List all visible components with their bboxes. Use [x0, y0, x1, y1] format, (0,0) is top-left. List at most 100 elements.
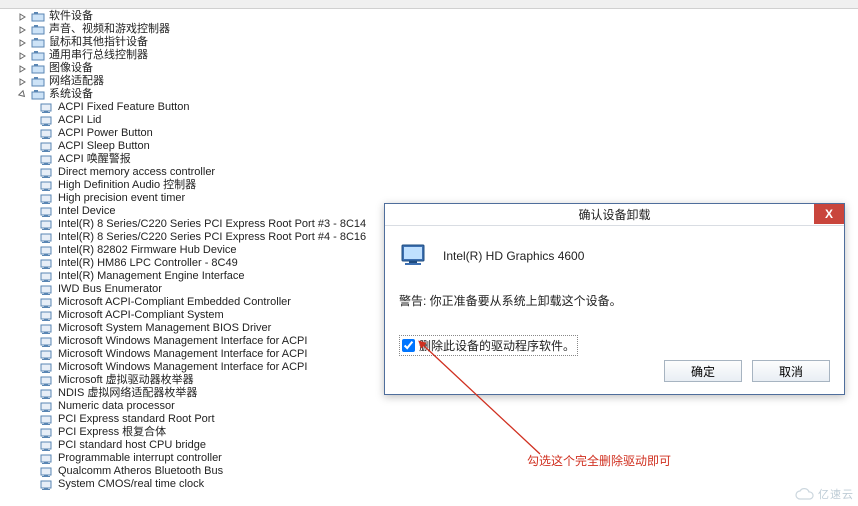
tree-category-label: 软件设备 [49, 10, 93, 23]
tree-device-item[interactable]: High precision event timer [4, 192, 444, 205]
tree-device-label: Intel(R) Management Engine Interface [58, 270, 245, 283]
expand-arrow-icon[interactable] [18, 90, 27, 99]
system-device-icon [40, 323, 54, 335]
tree-category-label: 图像设备 [49, 62, 93, 75]
system-device-icon [40, 414, 54, 426]
system-device-icon [40, 362, 54, 374]
tree-device-label: Intel Device [58, 205, 115, 218]
tree-device-item[interactable]: Direct memory access controller [4, 166, 444, 179]
tree-category[interactable]: 软件设备 [4, 10, 444, 23]
system-device-icon [40, 193, 54, 205]
display-adapter-icon [399, 240, 431, 272]
tree-device-item[interactable]: Microsoft System Management BIOS Driver [4, 322, 444, 335]
dialog-body: Intel(R) HD Graphics 4600 警告: 你正准备要从系统上卸… [385, 226, 844, 394]
system-device-icon [40, 115, 54, 127]
tree-device-item[interactable]: ACPI Power Button [4, 127, 444, 140]
system-device-icon [40, 271, 54, 283]
ok-button[interactable]: 确定 [664, 360, 742, 382]
tree-device-label: Intel(R) 8 Series/C220 Series PCI Expres… [58, 218, 366, 231]
system-device-icon [40, 128, 54, 140]
tree-category[interactable]: 图像设备 [4, 62, 444, 75]
tree-device-item[interactable]: Numeric data processor [4, 400, 444, 413]
expand-arrow-icon[interactable] [18, 77, 27, 86]
tree-category[interactable]: 系统设备 [4, 88, 444, 101]
category-icon [31, 89, 45, 101]
system-device-icon [40, 167, 54, 179]
category-icon [31, 37, 45, 49]
tree-device-item[interactable]: Microsoft 虚拟驱动器枚举器 [4, 374, 444, 387]
uninstall-dialog: 确认设备卸载 X Intel(R) HD Graphics 4600 警告: 你… [384, 203, 845, 395]
tree-category[interactable]: 声音、视频和游戏控制器 [4, 23, 444, 36]
expand-arrow-icon[interactable] [18, 64, 27, 73]
tree-category-label: 系统设备 [49, 88, 93, 101]
tree-device-item[interactable]: Intel(R) HM86 LPC Controller - 8C49 [4, 257, 444, 270]
tree-device-item[interactable]: ACPI Lid [4, 114, 444, 127]
expand-arrow-icon[interactable] [18, 25, 27, 34]
tree-device-item[interactable]: IWD Bus Enumerator [4, 283, 444, 296]
system-device-icon [40, 102, 54, 114]
dialog-title-bar[interactable]: 确认设备卸载 X [385, 204, 844, 226]
delete-driver-checkbox[interactable] [402, 339, 415, 352]
system-device-icon [40, 284, 54, 296]
tree-category-label: 通用串行总线控制器 [49, 49, 148, 62]
annotation-text: 勾选这个完全删除驱动即可 [527, 452, 671, 469]
tree-category[interactable]: 网络适配器 [4, 75, 444, 88]
tree-device-label: High precision event timer [58, 192, 185, 205]
tree-device-item[interactable]: PCI Express standard Root Port [4, 413, 444, 426]
tree-category-label: 鼠标和其他指针设备 [49, 36, 148, 49]
delete-driver-checkbox-row[interactable]: 删除此设备的驱动程序软件。 [399, 335, 578, 356]
tree-device-label: Intel(R) 8 Series/C220 Series PCI Expres… [58, 231, 366, 244]
tree-device-item[interactable]: Intel(R) 82802 Firmware Hub Device [4, 244, 444, 257]
warning-text: 警告: 你正准备要从系统上卸载这个设备。 [399, 292, 830, 309]
tree-device-label: PCI standard host CPU bridge [58, 439, 206, 452]
expand-arrow-icon[interactable] [18, 12, 27, 21]
category-icon [31, 24, 45, 36]
tree-device-item[interactable]: Microsoft ACPI-Compliant Embedded Contro… [4, 296, 444, 309]
system-device-icon [40, 297, 54, 309]
system-device-icon [40, 427, 54, 439]
system-device-icon [40, 141, 54, 153]
system-device-icon [40, 375, 54, 387]
tree-device-item[interactable]: Microsoft Windows Management Interface f… [4, 335, 444, 348]
tree-device-item[interactable]: Intel Device [4, 205, 444, 218]
tree-device-item[interactable]: Microsoft ACPI-Compliant System [4, 309, 444, 322]
close-button[interactable]: X [814, 204, 844, 224]
tree-device-item[interactable]: Programmable interrupt controller [4, 452, 444, 465]
tree-device-label: Microsoft ACPI-Compliant Embedded Contro… [58, 296, 291, 309]
tree-device-item[interactable]: ACPI 唤醒警报 [4, 153, 444, 166]
tree-category[interactable]: 鼠标和其他指针设备 [4, 36, 444, 49]
tree-device-item[interactable]: Intel(R) 8 Series/C220 Series PCI Expres… [4, 218, 444, 231]
tree-device-label: ACPI 唤醒警报 [58, 153, 131, 166]
tree-device-item[interactable]: ACPI Sleep Button [4, 140, 444, 153]
category-icon [31, 11, 45, 23]
tree-device-item[interactable]: ACPI Fixed Feature Button [4, 101, 444, 114]
watermark: 亿速云 [794, 486, 854, 502]
tree-device-label: High Definition Audio 控制器 [58, 179, 196, 192]
tree-device-item[interactable]: PCI standard host CPU bridge [4, 439, 444, 452]
tree-device-label: Microsoft System Management BIOS Driver [58, 322, 271, 335]
cloud-icon [794, 487, 816, 501]
expand-arrow-icon[interactable] [18, 51, 27, 60]
tree-category[interactable]: 通用串行总线控制器 [4, 49, 444, 62]
dialog-title-text: 确认设备卸载 [578, 206, 650, 223]
tree-device-label: Microsoft ACPI-Compliant System [58, 309, 224, 322]
system-device-icon [40, 336, 54, 348]
tree-device-item[interactable]: Intel(R) 8 Series/C220 Series PCI Expres… [4, 231, 444, 244]
tree-device-item[interactable]: Qualcomm Atheros Bluetooth Bus [4, 465, 444, 478]
tree-device-item[interactable]: PCI Express 根复合体 [4, 426, 444, 439]
tree-device-label: Numeric data processor [58, 400, 175, 413]
expand-arrow-icon[interactable] [18, 38, 27, 47]
tree-device-item[interactable]: Microsoft Windows Management Interface f… [4, 361, 444, 374]
tree-device-item[interactable]: Microsoft Windows Management Interface f… [4, 348, 444, 361]
tree-device-label: Intel(R) HM86 LPC Controller - 8C49 [58, 257, 238, 270]
tree-device-label: PCI Express 根复合体 [58, 426, 166, 439]
tree-device-label: Microsoft Windows Management Interface f… [58, 335, 307, 348]
tree-device-item[interactable]: Intel(R) Management Engine Interface [4, 270, 444, 283]
system-device-icon [40, 349, 54, 361]
tree-device-label: PCI Express standard Root Port [58, 413, 215, 426]
tree-device-item[interactable]: NDIS 虚拟网络适配器枚举器 [4, 387, 444, 400]
tree-device-item[interactable]: System CMOS/real time clock [4, 478, 444, 491]
tree-device-item[interactable]: High Definition Audio 控制器 [4, 179, 444, 192]
toolbar [0, 0, 858, 9]
cancel-button[interactable]: 取消 [752, 360, 830, 382]
